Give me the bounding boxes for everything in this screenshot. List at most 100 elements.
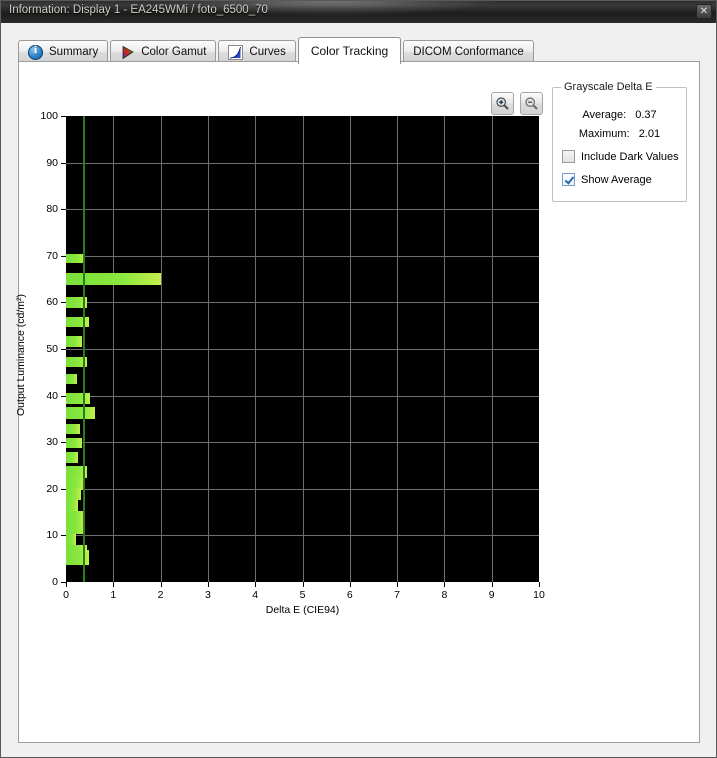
tab-color-gamut-label: Color Gamut xyxy=(141,46,207,58)
tab-color-gamut[interactable]: Color Gamut xyxy=(110,40,217,63)
x-axis-tick-label: 2 xyxy=(157,589,164,601)
y-axis-tick-label: 90 xyxy=(46,156,58,169)
grid-line-horizontal xyxy=(66,163,539,164)
chart-bar xyxy=(66,452,79,463)
y-axis-tick xyxy=(61,535,66,536)
y-axis-tick xyxy=(61,349,66,350)
chart-bar xyxy=(66,437,82,448)
chart-bar xyxy=(66,273,162,286)
y-axis-tick-label: 40 xyxy=(46,389,58,402)
chart-bar xyxy=(66,550,89,566)
y-axis-tick-label: 80 xyxy=(46,203,58,216)
y-axis-tick-label: 70 xyxy=(46,249,58,262)
y-axis-tick xyxy=(61,396,66,397)
color-tracking-panel: 0 10 20 30 40 50 60 70 80 90 100 0 1 2 3 4 5 6 7 8 9 10 Delta… xyxy=(15,61,700,743)
grid-line-horizontal xyxy=(66,396,539,397)
y-axis-tick xyxy=(61,256,66,257)
window-titlebar[interactable]: Information: Display 1 - EA245WMi / foto… xyxy=(1,1,716,24)
x-axis-tick-label: 7 xyxy=(394,589,401,601)
include-dark-values-checkbox[interactable]: Include Dark Values xyxy=(562,150,679,163)
x-axis-tick xyxy=(255,582,256,587)
chart-bar xyxy=(66,374,77,385)
tab-color-tracking-label: Color Tracking xyxy=(310,44,389,58)
average-row: Average: 0.37 xyxy=(553,109,686,121)
tab-dicom-conformance-label: DICOM Conformance xyxy=(413,46,524,58)
x-axis-tick xyxy=(492,582,493,587)
zoom-in-icon xyxy=(496,97,509,110)
gamut-icon xyxy=(120,45,135,60)
zoom-out-icon xyxy=(525,97,538,110)
x-axis-tick xyxy=(303,582,304,587)
close-icon: ✕ xyxy=(699,6,709,17)
tab-curves-label: Curves xyxy=(249,46,286,58)
grid-line-horizontal xyxy=(66,489,539,490)
grayscale-delta-e-group: Grayscale Delta E Average: 0.37 Maximum:… xyxy=(552,81,687,202)
x-axis-tick xyxy=(397,582,398,587)
checkbox-box[interactable] xyxy=(562,173,575,186)
x-axis-tick-label: 10 xyxy=(533,589,545,601)
x-axis-tick-label: 0 xyxy=(63,589,69,601)
zoom-in-button[interactable] xyxy=(491,92,514,115)
y-axis-title: Output Luminance (cd/m²) xyxy=(15,294,27,416)
group-title: Grayscale Delta E xyxy=(561,81,656,93)
curves-icon xyxy=(228,44,244,60)
y-axis-tick-label: 100 xyxy=(40,110,58,122)
y-axis-tick xyxy=(61,302,66,303)
grid-line-horizontal xyxy=(66,535,539,536)
checkbox-box[interactable] xyxy=(562,150,575,163)
maximum-label: Maximum: xyxy=(578,128,630,140)
y-axis-tick xyxy=(61,442,66,443)
tab-color-tracking[interactable]: Color Tracking xyxy=(297,37,402,64)
grid-line-horizontal xyxy=(66,256,539,257)
grid-line-horizontal xyxy=(66,442,539,443)
y-axis-tick-label: 50 xyxy=(46,343,58,355)
close-button[interactable]: ✕ xyxy=(696,4,712,19)
zoom-button-group xyxy=(491,92,543,115)
window-title: Information: Display 1 - EA245WMi / foto… xyxy=(9,4,268,16)
x-axis-tick-label: 5 xyxy=(299,589,306,601)
x-axis-tick xyxy=(539,582,540,587)
tab-curves[interactable]: Curves xyxy=(218,40,296,63)
x-axis-tick xyxy=(350,582,351,587)
y-axis-tick-label: 0 xyxy=(52,576,58,588)
x-axis-tick-label: 9 xyxy=(488,589,495,601)
grid-line-horizontal xyxy=(66,302,539,303)
maximum-value: 2.01 xyxy=(638,128,661,140)
info-icon xyxy=(28,44,43,60)
show-average-label: Show Average xyxy=(581,173,652,186)
average-label: Average: xyxy=(582,109,627,121)
show-average-checkbox[interactable]: Show Average xyxy=(562,173,652,186)
y-axis-tick xyxy=(61,209,66,210)
chart-bar xyxy=(66,534,77,545)
average-line xyxy=(82,116,85,582)
x-axis-tick xyxy=(66,582,67,587)
x-axis-tick-label: 8 xyxy=(441,589,448,601)
x-axis-tick-label: 4 xyxy=(252,589,259,601)
x-axis-tick xyxy=(444,582,445,587)
y-axis-tick-label: 60 xyxy=(46,296,58,309)
chart-bar xyxy=(66,406,96,419)
x-axis-tick xyxy=(161,582,162,587)
y-axis-tick-label: 20 xyxy=(46,482,58,495)
chart-bar xyxy=(66,393,90,404)
y-axis-tick xyxy=(61,163,66,164)
maximum-row: Maximum: 2.01 xyxy=(553,128,686,140)
grid-line-horizontal xyxy=(66,349,539,350)
tab-summary-label: Summary xyxy=(49,46,99,58)
x-axis-tick xyxy=(113,582,114,587)
x-axis-tick-label: 1 xyxy=(110,589,117,601)
grid-line-horizontal xyxy=(66,209,539,210)
chart-bar xyxy=(66,336,82,347)
average-value: 0.37 xyxy=(635,109,657,121)
x-axis-tick-label: 3 xyxy=(204,589,211,601)
y-axis-tick-label: 30 xyxy=(46,436,58,449)
chart-bar xyxy=(66,316,89,328)
window-client-area: Summary Color Gam xyxy=(1,23,716,757)
tab-dicom-conformance[interactable]: DICOM Conformance xyxy=(403,40,534,63)
tab-summary[interactable]: Summary xyxy=(18,40,109,63)
x-axis-title: Delta E (CIE94) xyxy=(265,604,340,616)
include-dark-values-label: Include Dark Values xyxy=(581,150,679,163)
y-axis-tick xyxy=(61,116,66,117)
zoom-out-button[interactable] xyxy=(520,92,543,115)
chart-plot-area xyxy=(66,116,539,582)
